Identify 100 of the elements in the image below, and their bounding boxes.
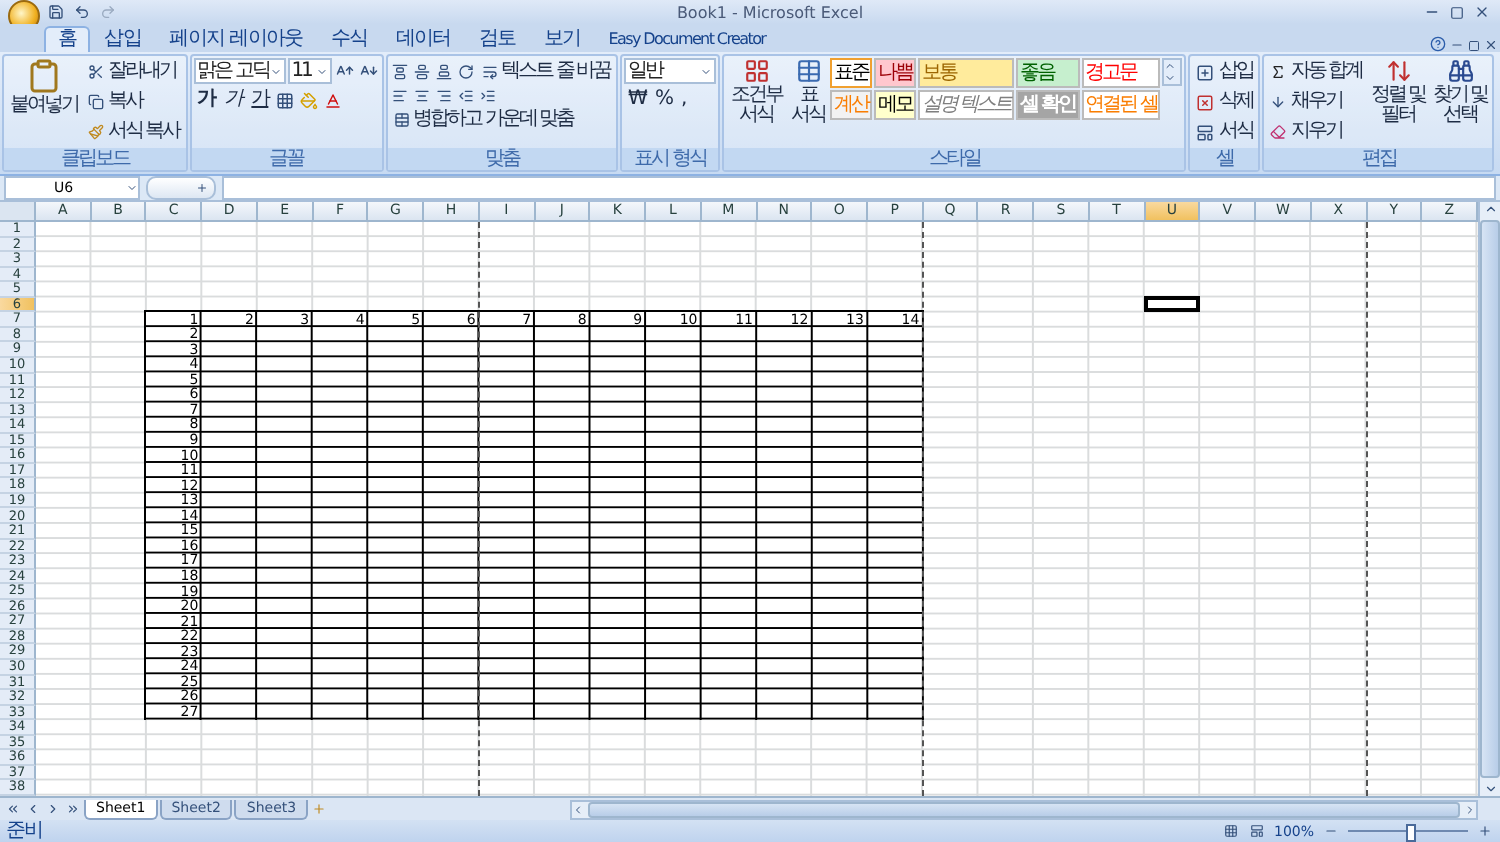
- cell-style-option[interactable]: 메모: [874, 90, 917, 120]
- cell-style-option[interactable]: 나쁨: [874, 58, 917, 88]
- maximize-button[interactable]: [1448, 5, 1466, 19]
- align-center-button[interactable]: [411, 88, 432, 104]
- normal-view-button[interactable]: [1221, 824, 1240, 838]
- fill-color-button[interactable]: [298, 91, 321, 109]
- cell-style-option[interactable]: 표준: [830, 58, 873, 88]
- ribbon-tab[interactable]: 홈: [44, 26, 91, 52]
- clear-button[interactable]: 지우기: [1266, 118, 1367, 146]
- cell-style-option[interactable]: 보통: [918, 58, 1015, 88]
- wrap-text-button[interactable]: 텍스트 줄 바꿈: [477, 58, 615, 86]
- ribbon-tab[interactable]: 보기: [529, 26, 595, 52]
- ribbon-tab[interactable]: 페이지 레이아웃: [155, 26, 317, 52]
- sort-filter-button[interactable]: 정렬 및 필터: [1368, 58, 1429, 126]
- close-button[interactable]: [1482, 38, 1500, 52]
- cut-button[interactable]: 잘라내기: [84, 58, 184, 86]
- grow-font-button[interactable]: [333, 62, 356, 80]
- font-name-dropdown[interactable]: 맑은 고딕: [193, 58, 286, 84]
- align-middle-button[interactable]: [411, 64, 432, 80]
- number-format-button[interactable]: %: [650, 86, 675, 114]
- align-middle-icon: [413, 64, 430, 80]
- format-button[interactable]: 서식: [1192, 118, 1257, 146]
- first-sheet-button[interactable]: [4, 802, 22, 816]
- find-select-button[interactable]: 찾기 및 선택: [1430, 58, 1491, 126]
- format-table-button[interactable]: 표 서식: [788, 58, 829, 126]
- formula-input[interactable]: [222, 176, 1496, 200]
- redo-icon: [100, 4, 116, 20]
- orientation-button[interactable]: [455, 64, 476, 80]
- colored-grid-icon: [743, 58, 770, 84]
- zoom-slider-thumb[interactable]: [1405, 824, 1415, 842]
- number-format-button[interactable]: ,: [676, 86, 689, 114]
- paint-bucket-icon: [300, 91, 319, 109]
- align-bottom-button[interactable]: [433, 64, 454, 80]
- group-label: 맞춤: [387, 148, 617, 170]
- align-center-icon: [413, 88, 430, 104]
- plus-icon: [1478, 824, 1492, 838]
- delete-button[interactable]: 삭제: [1192, 88, 1257, 116]
- format-painter-button[interactable]: 서식 복사: [84, 118, 184, 146]
- save-button[interactable]: [46, 4, 66, 20]
- close-icon: [1474, 4, 1490, 20]
- close-button[interactable]: [1472, 4, 1492, 20]
- align-left-button[interactable]: [389, 88, 410, 104]
- cell-style-option[interactable]: 경고문: [1081, 58, 1161, 88]
- ribbon-tab[interactable]: 검토: [464, 26, 530, 52]
- cell-style-option[interactable]: 좋음: [1016, 58, 1080, 88]
- insert-cells-icon: [1196, 63, 1215, 81]
- underline-button[interactable]: 가: [247, 86, 273, 114]
- font-grow-icon: [335, 62, 354, 80]
- ribbon-tab[interactable]: Easy Document Creator: [594, 26, 780, 52]
- close-icon: [1484, 38, 1498, 52]
- minimize-icon: [1450, 38, 1464, 52]
- paste-button[interactable]: 붙여넣기: [6, 58, 82, 116]
- cell-cursor[interactable]: [1143, 295, 1201, 313]
- undo-button[interactable]: [72, 4, 92, 20]
- align-right-button[interactable]: [433, 88, 454, 104]
- number-format-button[interactable]: ₩: [624, 86, 649, 114]
- decrease-indent-button[interactable]: [455, 88, 476, 104]
- page-layout-view-button[interactable]: [1247, 824, 1266, 838]
- restore-icon: [1468, 40, 1480, 52]
- fill-button[interactable]: 채우기: [1266, 88, 1367, 116]
- font-size-dropdown[interactable]: 11: [287, 58, 332, 84]
- page-icon: [1249, 824, 1264, 838]
- font-color-button[interactable]: [322, 91, 345, 109]
- insert-button[interactable]: 삽입: [1192, 58, 1257, 86]
- align-top-icon: [391, 64, 408, 80]
- align-right-icon: [435, 88, 452, 104]
- vertical-scrollbar[interactable]: [1478, 202, 1500, 796]
- help-icon: [1430, 36, 1446, 52]
- copy-button[interactable]: 복사: [84, 88, 184, 116]
- ribbon-tab[interactable]: 수식: [316, 26, 382, 52]
- double-left-arrow-icon: [6, 802, 20, 816]
- window-title: Book1 - Microsoft Excel: [674, 3, 866, 21]
- help-button[interactable]: [1428, 36, 1448, 52]
- number-format-dropdown[interactable]: 일반: [624, 58, 717, 84]
- sort-icon: [1385, 58, 1412, 84]
- caret-icon: [269, 65, 282, 77]
- restore-button[interactable]: [1466, 40, 1482, 52]
- paintbrush-icon: [88, 124, 104, 140]
- save-icon: [48, 4, 64, 20]
- align-bottom-icon: [435, 64, 452, 80]
- merge-center-button[interactable]: 병합하고 가운데 맞춤: [389, 106, 578, 134]
- group-label: 스타일: [724, 148, 1185, 170]
- shrink-font-button[interactable]: [357, 62, 380, 80]
- increase-indent-button[interactable]: [477, 88, 498, 104]
- border-button[interactable]: [274, 91, 297, 109]
- minus-icon: [1324, 824, 1338, 838]
- ribbon-tab[interactable]: 데이터: [381, 26, 465, 52]
- italic-button[interactable]: 가: [220, 86, 246, 114]
- ribbon-tab[interactable]: 삽입: [90, 26, 156, 52]
- clipboard-icon: [26, 58, 62, 94]
- last-sheet-button[interactable]: [64, 802, 82, 816]
- conditional-format-button[interactable]: 조건부 서식: [726, 58, 787, 126]
- cell-style-option[interactable]: 설명 텍스트: [918, 90, 1015, 120]
- caret-icon: [315, 65, 328, 77]
- horizontal-scrollbar[interactable]: [570, 799, 1478, 819]
- align-top-button[interactable]: [389, 64, 410, 80]
- autosum-button[interactable]: 자동 합계: [1266, 58, 1367, 86]
- group-label: 편집: [1264, 148, 1493, 170]
- bold-button[interactable]: 가: [193, 86, 219, 114]
- zoom-in-button[interactable]: [1476, 824, 1494, 838]
